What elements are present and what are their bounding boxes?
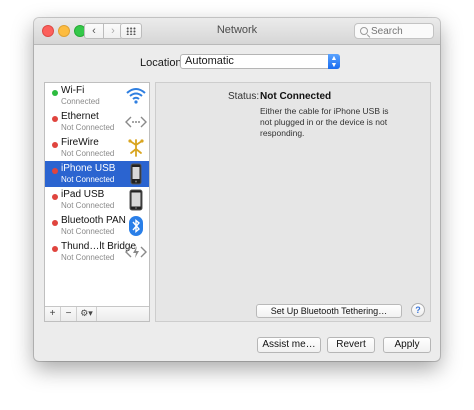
firewire-icon bbox=[125, 137, 147, 159]
search-input[interactable] bbox=[371, 25, 431, 37]
status-label: Status: bbox=[228, 91, 260, 102]
location-select[interactable]: Automatic ▲ ▼ bbox=[180, 54, 340, 69]
bluetooth-tethering-button[interactable]: Set Up Bluetooth Tethering… bbox=[256, 304, 402, 318]
action-menu-button[interactable]: ⚙▾ bbox=[77, 307, 97, 321]
service-list-toolbar: + − ⚙▾ bbox=[45, 306, 149, 321]
service-name: iPhone USB bbox=[61, 163, 116, 174]
add-service-button[interactable]: + bbox=[45, 307, 61, 321]
remove-service-button[interactable]: − bbox=[61, 307, 77, 321]
service-item[interactable]: Thund…lt Bridge Not Connected bbox=[45, 239, 149, 265]
service-item[interactable]: Bluetooth PAN Not Connected bbox=[45, 213, 149, 239]
service-item[interactable]: Ethernet Not Connected bbox=[45, 109, 149, 135]
location-value: Automatic bbox=[185, 55, 234, 67]
status-value: Not Connected bbox=[260, 91, 332, 102]
ipad-icon bbox=[125, 189, 147, 211]
assist-button[interactable]: Assist me… bbox=[257, 337, 321, 353]
apply-button[interactable]: Apply bbox=[383, 337, 431, 353]
service-list: Wi-Fi Connected Ethernet Not Connected FireW… bbox=[44, 82, 150, 322]
service-name: iPad USB bbox=[61, 189, 105, 200]
service-status: Not Connected bbox=[61, 253, 115, 262]
detail-pane: Status: Not Connected Either the cable f… bbox=[155, 82, 431, 322]
thunderbolt-bridge-icon bbox=[125, 241, 147, 263]
service-item[interactable]: iPad USB Not Connected bbox=[45, 187, 149, 213]
ethernet-icon bbox=[125, 111, 147, 133]
status-dot-icon bbox=[52, 246, 58, 252]
search-field[interactable] bbox=[354, 23, 434, 39]
status-dot-icon bbox=[52, 142, 58, 148]
bluetooth-icon bbox=[125, 215, 147, 237]
network-window: ‹ › Network Location: Automatic ▲▼ Wi-Fi… bbox=[34, 18, 440, 361]
iphone-icon bbox=[125, 163, 147, 185]
service-item[interactable]: iPhone USB Not Connected bbox=[45, 161, 149, 187]
status-dot-icon bbox=[52, 116, 58, 122]
service-name: Wi-Fi bbox=[61, 85, 85, 96]
service-name: Bluetooth PAN bbox=[61, 215, 126, 226]
status-dot-icon bbox=[52, 194, 58, 200]
help-button[interactable]: ? bbox=[411, 303, 425, 317]
service-item[interactable]: FireWire Not Connected bbox=[45, 135, 149, 161]
service-item[interactable]: Wi-Fi Connected bbox=[45, 83, 149, 109]
wifi-icon bbox=[125, 85, 147, 107]
service-status: Not Connected bbox=[61, 227, 115, 236]
service-status: Not Connected bbox=[61, 201, 115, 210]
service-status: Connected bbox=[61, 97, 100, 106]
status-dot-icon bbox=[52, 90, 58, 96]
service-status: Not Connected bbox=[61, 149, 115, 158]
service-status: Not Connected bbox=[61, 123, 115, 132]
service-name: Ethernet bbox=[61, 111, 99, 122]
select-arrows-icon: ▲ ▼ bbox=[328, 54, 340, 69]
status-dot-icon bbox=[52, 168, 58, 174]
search-icon bbox=[360, 27, 368, 35]
status-description: Either the cable for iPhone USB is not p… bbox=[260, 106, 389, 138]
location-label: Location: bbox=[140, 57, 185, 69]
revert-button[interactable]: Revert bbox=[327, 337, 375, 353]
service-status: Not Connected bbox=[61, 175, 115, 184]
service-name: FireWire bbox=[61, 137, 99, 148]
status-dot-icon bbox=[52, 220, 58, 226]
title-bar: ‹ › Network bbox=[34, 18, 440, 45]
